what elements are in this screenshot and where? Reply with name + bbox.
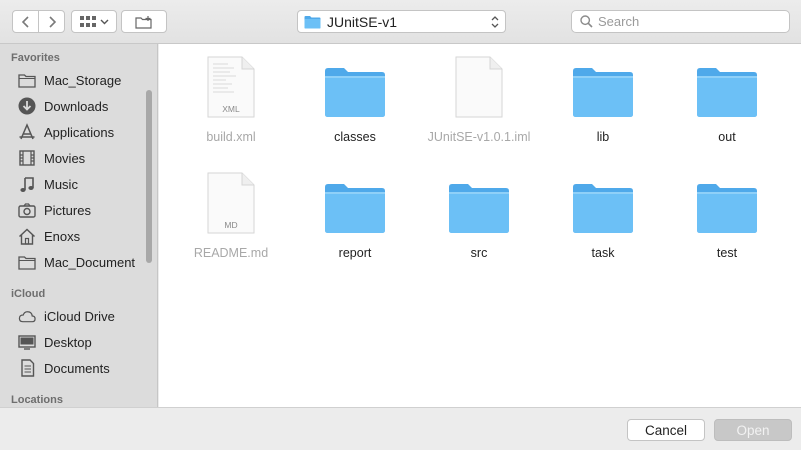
chevron-down-icon: [100, 19, 108, 24]
sidebar-item-mac-storage[interactable]: Mac_Storage: [0, 67, 150, 93]
new-folder-icon: [135, 15, 152, 29]
file-name: README.md: [193, 246, 269, 260]
md-document-icon: MD: [207, 172, 255, 234]
file-name: out: [718, 130, 736, 144]
file-browser: XML build.xml classes JUnitSE-v1.0.1.iml: [159, 44, 801, 407]
folder-icon: [304, 15, 321, 28]
document-icon: [18, 359, 36, 377]
file-item-readme-md[interactable]: MD README.md: [169, 164, 293, 274]
file-item-build-xml[interactable]: XML build.xml: [169, 48, 293, 158]
file-item-junitse-iml[interactable]: JUnitSE-v1.0.1.iml: [417, 48, 541, 158]
file-name: test: [716, 246, 738, 260]
folder-item-task[interactable]: task: [541, 164, 665, 274]
file-name: report: [338, 246, 372, 260]
file-name: task: [591, 246, 615, 260]
folder-icon: [325, 184, 385, 233]
sidebar-item-pictures[interactable]: Pictures: [0, 197, 150, 223]
sidebar-item-documents[interactable]: Documents: [0, 355, 150, 381]
back-button[interactable]: [12, 10, 39, 33]
music-note-icon: [18, 175, 36, 193]
file-type-badge: XML: [222, 104, 240, 114]
file-name: src: [470, 246, 488, 260]
folder-item-src[interactable]: src: [417, 164, 541, 274]
toolbar: JUnitSE-v1: [0, 0, 801, 44]
folder-icon: [325, 68, 385, 117]
open-button[interactable]: Open: [714, 419, 792, 441]
folder-item-classes[interactable]: classes: [293, 48, 417, 158]
sidebar-item-desktop[interactable]: Desktop: [0, 329, 150, 355]
sidebar-item-movies[interactable]: Movies: [0, 145, 150, 171]
home-icon: [18, 227, 36, 245]
sidebar: Favorites Mac_Storage Downloads Applicat…: [0, 44, 158, 407]
path-label: JUnitSE-v1: [327, 13, 398, 30]
folder-icon: [18, 253, 36, 271]
file-name: build.xml: [206, 130, 256, 144]
download-icon: [18, 97, 36, 115]
chevron-left-icon: [21, 15, 29, 28]
file-name: JUnitSE-v1.0.1.iml: [427, 130, 531, 144]
stepper-icon: [491, 16, 499, 28]
file-name: lib: [596, 130, 610, 144]
folder-icon: [449, 184, 509, 233]
sidebar-section-favorites: Favorites: [11, 52, 60, 64]
folder-icon: [573, 68, 633, 117]
chevron-right-icon: [48, 15, 56, 28]
folder-icon: [573, 184, 633, 233]
forward-button[interactable]: [38, 10, 65, 33]
sidebar-item-music[interactable]: Music: [0, 171, 150, 197]
file-name: classes: [334, 130, 376, 144]
sidebar-item-downloads[interactable]: Downloads: [0, 93, 150, 119]
blank-document-icon: [455, 56, 503, 118]
desktop-icon: [18, 333, 36, 351]
search-icon: [580, 15, 593, 28]
sidebar-section-locations: Locations: [11, 394, 63, 406]
sidebar-item-icloud-drive[interactable]: iCloud Drive: [0, 303, 150, 329]
folder-icon: [697, 68, 757, 117]
search-input[interactable]: [598, 14, 778, 29]
folder-item-lib[interactable]: lib: [541, 48, 665, 158]
icon-grid-icon: [79, 16, 96, 27]
new-folder-button[interactable]: [121, 10, 167, 33]
folder-icon: [18, 71, 36, 89]
sidebar-item-applications[interactable]: Applications: [0, 119, 150, 145]
folder-item-out[interactable]: out: [665, 48, 789, 158]
camera-icon: [18, 201, 36, 219]
sidebar-item-enoxs[interactable]: Enoxs: [0, 223, 150, 249]
film-icon: [18, 149, 36, 167]
folder-item-test[interactable]: test: [665, 164, 789, 274]
folder-item-report[interactable]: report: [293, 164, 417, 274]
cancel-button[interactable]: Cancel: [627, 419, 705, 441]
dialog-footer: Cancel Open: [0, 407, 801, 450]
sidebar-scrollbar[interactable]: [146, 90, 152, 263]
applications-icon: [18, 123, 36, 141]
sidebar-section-icloud: iCloud: [11, 288, 46, 300]
path-popup[interactable]: JUnitSE-v1: [297, 10, 506, 33]
xml-document-icon: XML: [207, 56, 255, 118]
search-field[interactable]: [571, 10, 790, 33]
sidebar-item-mac-document[interactable]: Mac_Document: [0, 249, 150, 275]
view-mode-button[interactable]: [71, 10, 117, 33]
cloud-icon: [18, 307, 36, 325]
folder-icon: [697, 184, 757, 233]
file-type-badge: MD: [224, 220, 237, 230]
